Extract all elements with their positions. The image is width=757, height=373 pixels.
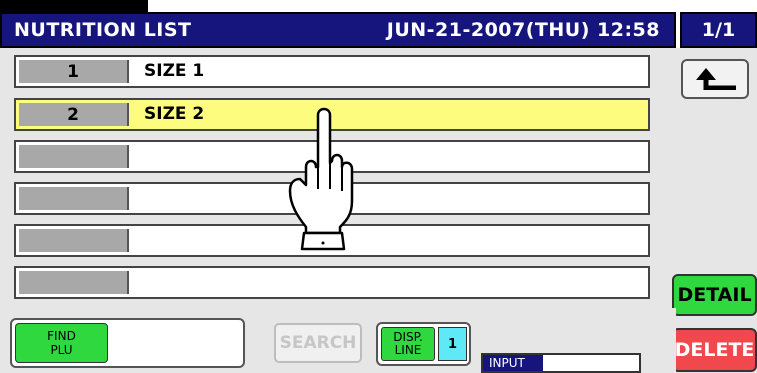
row-number: 1 xyxy=(19,60,129,83)
pointing-hand-icon xyxy=(288,107,354,251)
delete-button[interactable]: DELETE xyxy=(672,328,757,372)
list-row-1[interactable]: 1 SIZE 1 xyxy=(14,55,650,88)
find-plu-group: FIND PLU xyxy=(10,318,245,368)
disp-line-value: 1 xyxy=(438,327,467,361)
row-number xyxy=(19,187,129,210)
input-field[interactable]: INPUT xyxy=(481,353,641,373)
disp-line-group: DISP. LINE 1 xyxy=(376,322,471,366)
disp-line-button[interactable]: DISP. LINE xyxy=(381,327,435,361)
title-bar: NUTRITION LIST JUN-21-2007(THU) 12:58 xyxy=(0,12,676,48)
find-plu-button[interactable]: FIND PLU xyxy=(15,323,108,363)
back-button[interactable] xyxy=(681,59,749,99)
search-button-disabled: SEARCH xyxy=(274,323,362,363)
row-name: SIZE 1 xyxy=(144,61,205,81)
find-plu-label-line1: FIND xyxy=(47,329,76,343)
row-number xyxy=(19,229,129,252)
return-arrow-icon xyxy=(696,68,736,90)
find-plu-label-line2: PLU xyxy=(50,343,73,357)
row-number xyxy=(19,145,129,168)
input-label: INPUT xyxy=(483,355,543,371)
row-number: 2 xyxy=(19,103,129,126)
detail-button[interactable]: DETAIL xyxy=(672,274,757,316)
page-indicator: 1/1 xyxy=(680,12,757,48)
screen-tab xyxy=(0,0,148,12)
row-name: SIZE 2 xyxy=(144,104,205,124)
disp-line-label-line2: LINE xyxy=(394,343,422,357)
row-number xyxy=(19,271,129,294)
datetime-display: JUN-21-2007(THU) 12:58 xyxy=(386,19,660,41)
list-row-6[interactable] xyxy=(14,266,650,299)
page-title: NUTRITION LIST xyxy=(14,19,192,41)
